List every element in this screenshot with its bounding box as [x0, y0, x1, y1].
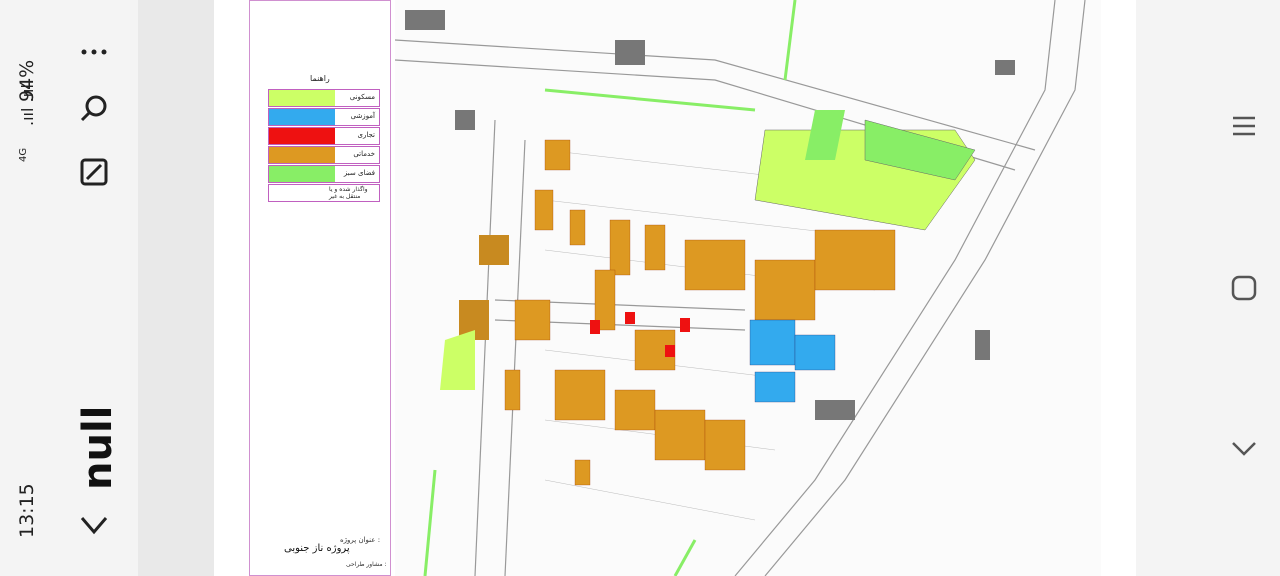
home-square-icon [1231, 275, 1257, 301]
back-button[interactable] [72, 502, 116, 546]
legend-swatch [269, 166, 335, 182]
project-name: پروژه ناز جنوبی [284, 543, 350, 554]
legend-item: واگذار شده و یا منتقل به غیر [268, 184, 380, 202]
legend-label: فضای سبز [343, 169, 375, 177]
legend-label: آموزشی [350, 112, 375, 120]
map-frame: راهنما مسکونی آموزشی تجاری خدماتی فضای س… [249, 0, 1101, 576]
legend-label: واگذار شده و یا منتقل به غیر [329, 186, 368, 200]
legend-swatch [269, 109, 335, 125]
chevron-down-icon [1232, 442, 1256, 456]
search-button[interactable] [72, 86, 116, 130]
nav-back-button[interactable] [1224, 428, 1264, 468]
legend-swatch [269, 128, 335, 144]
legend-item: مسکونی [268, 89, 380, 107]
chevron-down-icon [80, 517, 108, 535]
legend-label: خدماتی [353, 150, 375, 158]
edit-icon [80, 158, 108, 186]
network-type: 4G [18, 147, 29, 162]
legend-item: آموزشی [268, 108, 380, 126]
legend-swatch [269, 147, 335, 163]
legend-label: تجاری [357, 131, 375, 139]
legend-item: فضای سبز [268, 165, 380, 183]
legend-label: مسکونی [349, 93, 375, 101]
recents-button[interactable] [1224, 106, 1264, 146]
legend-title: راهنما [310, 74, 330, 83]
search-icon [80, 95, 107, 122]
document-page[interactable]: راهنما مسکونی آموزشی تجاری خدماتی فضای س… [214, 0, 1136, 576]
system-nav-bar [1136, 0, 1280, 576]
battery-level: 94% [16, 59, 38, 102]
edit-button[interactable] [72, 150, 116, 194]
menu-lines-icon [1233, 116, 1255, 136]
site-plan-map [395, 0, 1101, 576]
legend-swatch [269, 90, 335, 106]
home-button[interactable] [1224, 268, 1264, 308]
legend-item: تجاری [268, 127, 380, 145]
legend-swatch [269, 185, 335, 201]
legend-panel: راهنما مسکونی آموزشی تجاری خدماتی فضای س… [249, 0, 391, 576]
more-dots-icon [81, 49, 107, 55]
toolbar-strip: 13:15 4G .ııl .ııl 94% null [0, 0, 138, 576]
more-options-button[interactable] [72, 30, 116, 74]
status-time: 13:15 [16, 483, 38, 538]
file-title: null [75, 405, 121, 490]
legend-item: خدماتی [268, 146, 380, 164]
design-consultant-label: مشاور طراحی : [346, 561, 387, 568]
